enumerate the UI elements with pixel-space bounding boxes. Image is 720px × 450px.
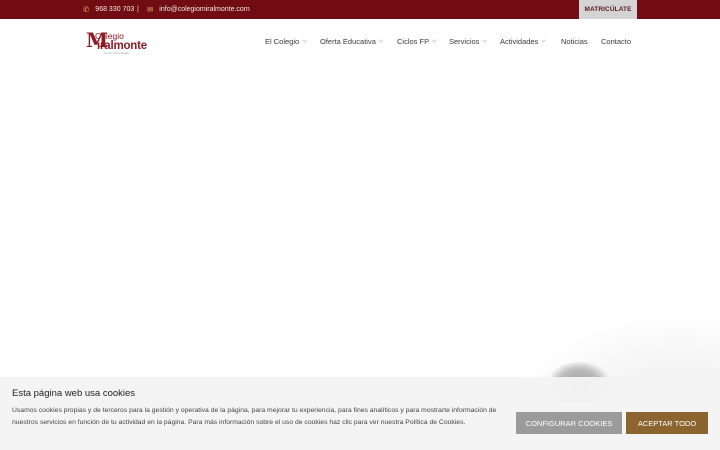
cookie-title: Esta página web usa cookies (12, 388, 136, 399)
nav-item-noticias[interactable]: Noticias (561, 36, 588, 47)
configure-cookies-button[interactable]: CONFIGURAR COOKIES (516, 412, 622, 434)
top-bar: ✆ 968 330 703 | ✉ info@colegiomiralmonte… (0, 0, 720, 19)
nav-item-el-colegio[interactable]: El Colegio ⌵ (265, 36, 307, 47)
cookie-banner: Esta página web usa cookies Usamos cooki… (0, 377, 720, 450)
nav-label: El Colegio (265, 37, 300, 46)
nav-item-ciclos-fp[interactable]: Ciclos FP ⌵ (397, 36, 437, 47)
nav-label: Noticias (561, 37, 588, 46)
email-contact[interactable]: ✉ info@colegiomiralmonte.com (147, 0, 250, 19)
envelope-icon: ✉ (147, 5, 154, 14)
chevron-down-icon: ⌵ (378, 38, 384, 44)
cookie-text: Usamos cookies propias y de terceros par… (12, 407, 497, 426)
nav-label: Actividades (500, 37, 539, 46)
email-address: info@colegiomiralmonte.com (159, 6, 250, 13)
phone-contact[interactable]: ✆ 968 330 703 (83, 0, 134, 19)
site-logo[interactable]: M Colegio iralmonte Centro Concertado (86, 29, 161, 55)
nav-label: Contacto (601, 37, 632, 46)
nav-item-actividades[interactable]: Actividades ⌵ (500, 36, 546, 47)
accept-all-cookies-button[interactable]: ACEPTAR TODO (626, 412, 708, 434)
nav-item-servicios[interactable]: Servicios ⌵ (449, 36, 487, 47)
logo-tagline: Centro Concertado (104, 51, 130, 55)
chevron-down-icon: ⌵ (482, 38, 487, 44)
enroll-button[interactable]: MATRICÚLATE (579, 0, 637, 19)
nav-label: Oferta Educativa (320, 37, 376, 46)
chevron-down-icon: ⌵ (541, 38, 546, 44)
nav-item-oferta-educativa[interactable]: Oferta Educativa ⌵ (320, 36, 383, 47)
phone-number: 968 330 703 (95, 6, 135, 13)
chevron-down-icon: ⌵ (432, 38, 437, 44)
topbar-separator: | (137, 6, 139, 13)
nav-item-contacto[interactable]: Contacto (601, 36, 631, 47)
phone-icon: ✆ (83, 5, 90, 14)
nav-label: Servicios (449, 37, 480, 46)
chevron-down-icon: ⌵ (302, 38, 307, 44)
nav-label: Ciclos FP (397, 37, 430, 46)
